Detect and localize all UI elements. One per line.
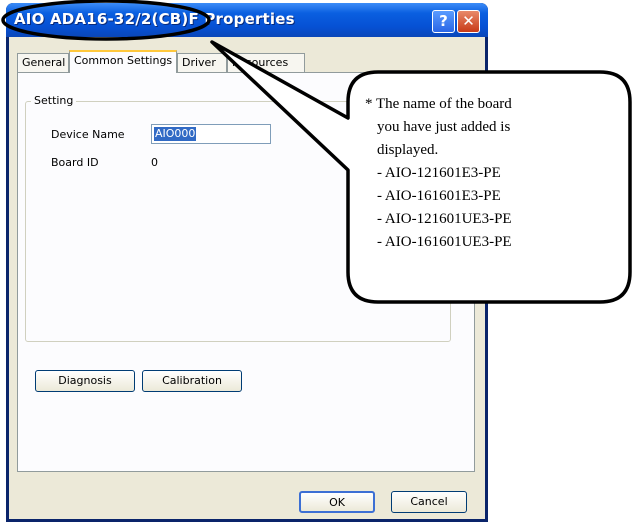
callout-overlay	[1, 0, 632, 304]
callout-line: - AIO-161601UE3-PE	[377, 234, 512, 250]
callout-text: * The name of the board you have just ad…	[365, 93, 512, 254]
callout-line: displayed.	[377, 142, 439, 158]
title-highlight-ellipse	[1, 0, 211, 41]
callout-line: you have just added is	[377, 119, 511, 135]
callout-line: - AIO-161601E3-PE	[377, 188, 501, 204]
tab-common-settings[interactable]: Common Settings	[69, 50, 177, 73]
callout-line: - AIO-121601UE3-PE	[377, 211, 512, 227]
callout-line: - AIO-121601E3-PE	[377, 165, 501, 181]
callout-line: * The name of the board	[365, 96, 512, 112]
